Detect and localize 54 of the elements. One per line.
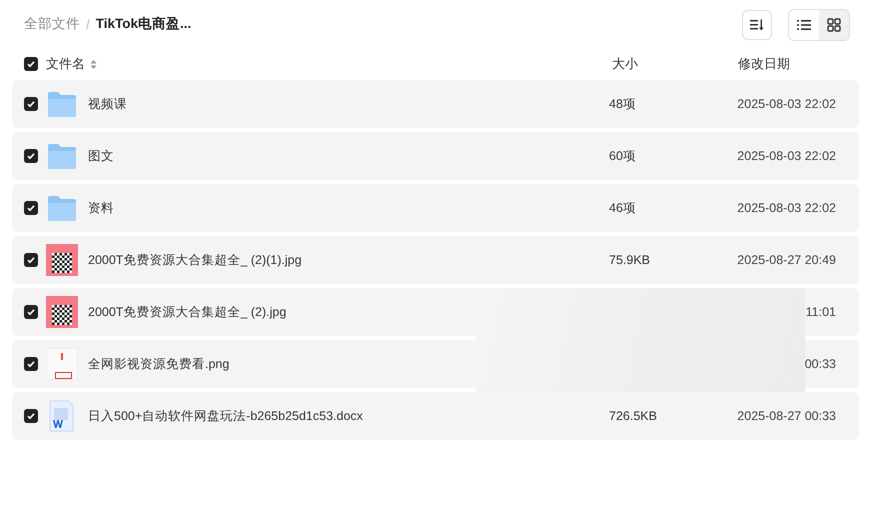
image-thumbnail bbox=[46, 348, 78, 380]
file-size: 46项 bbox=[609, 200, 636, 214]
folder-icon bbox=[47, 142, 77, 170]
folder-icon bbox=[47, 90, 77, 118]
file-name[interactable]: 2000T免费资源大合集超全_ (2).jpg bbox=[88, 304, 286, 320]
file-name[interactable]: 日入500+自动软件网盘玩法-b265b25d1c53.docx bbox=[88, 408, 363, 424]
checkbox[interactable] bbox=[24, 305, 38, 319]
file-name[interactable]: 2000T免费资源大合集超全_ (2)(1).jpg bbox=[88, 252, 302, 268]
checkbox[interactable] bbox=[24, 357, 38, 371]
column-header: 修改日期 bbox=[738, 55, 790, 73]
file-size: 60项 bbox=[609, 148, 636, 162]
modified-date: 2025-08-27 00:33 bbox=[737, 409, 836, 423]
modified-date: 2025-08-03 22:02 bbox=[737, 97, 836, 111]
file-name[interactable]: 视频课 bbox=[88, 96, 127, 112]
sort-arrows-icon[interactable] bbox=[90, 58, 97, 70]
check-icon bbox=[26, 359, 36, 369]
check-icon bbox=[26, 151, 36, 161]
check-icon bbox=[26, 99, 36, 109]
file-size: 48项 bbox=[609, 96, 636, 110]
file-name[interactable]: 资料 bbox=[88, 200, 114, 216]
check-icon bbox=[26, 255, 36, 265]
file-name[interactable]: 全网影视资源免费看.png bbox=[88, 356, 230, 372]
modified-date: 2025-08-03 22:02 bbox=[737, 149, 836, 163]
breadcrumb-item[interactable]: 全部文件 bbox=[24, 15, 80, 33]
check-icon bbox=[26, 203, 36, 213]
checkbox[interactable] bbox=[24, 253, 38, 267]
breadcrumb-item[interactable]: TikTok电商盈... bbox=[96, 15, 192, 33]
separator: / bbox=[86, 16, 90, 32]
checkbox[interactable] bbox=[24, 57, 38, 71]
modified-date: 2025-08-03 22:02 bbox=[737, 201, 836, 215]
modified-date: 00:33 bbox=[804, 357, 836, 371]
column-header[interactable]: 文件名 bbox=[46, 55, 85, 73]
checkbox[interactable] bbox=[24, 201, 38, 215]
grid-view-button[interactable] bbox=[819, 10, 849, 40]
column-header: 大小 bbox=[612, 55, 638, 73]
grid-view-icon bbox=[827, 18, 841, 32]
file-name[interactable]: 图文 bbox=[88, 148, 114, 164]
check-icon bbox=[26, 307, 36, 317]
folder-icon bbox=[47, 194, 77, 222]
image-thumbnail bbox=[46, 244, 78, 276]
file-size: 726.5KB bbox=[609, 409, 657, 423]
image-thumbnail bbox=[46, 296, 78, 328]
list-view-icon bbox=[797, 19, 811, 31]
sort-button[interactable] bbox=[742, 10, 772, 40]
checkbox[interactable] bbox=[24, 409, 38, 423]
check-icon bbox=[26, 411, 36, 421]
checkbox[interactable] bbox=[24, 149, 38, 163]
modified-date: 2025-08-27 20:49 bbox=[737, 253, 836, 267]
file-size: 75.9KB bbox=[609, 253, 650, 267]
modified-date: 11:01 bbox=[806, 305, 836, 319]
checkbox[interactable] bbox=[24, 97, 38, 111]
check-icon bbox=[26, 59, 36, 69]
word-document-icon bbox=[48, 400, 76, 432]
sort-icon bbox=[750, 19, 764, 31]
